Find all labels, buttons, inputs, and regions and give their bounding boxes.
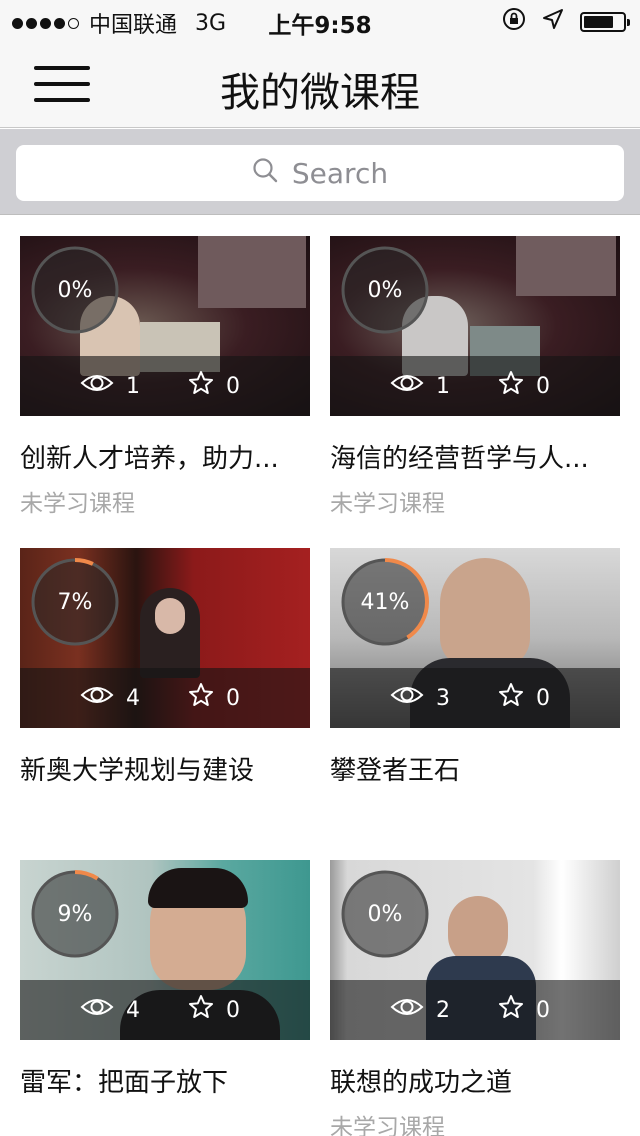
view-count: 3 [390,684,450,712]
course-stats-bar: 4 0 [20,668,310,728]
star-icon[interactable] [498,682,524,714]
favorite-count: 0 [498,682,550,714]
search-bar-container: Search [0,129,640,215]
navigation-bar: 我的微课程 [0,40,640,128]
view-count: 4 [80,996,140,1024]
course-card[interactable]: 0% 1 0 创新人才培养，助力... 未学习课程 [20,216,310,517]
progress-ring: 9% [30,869,120,959]
course-stats-bar: 2 0 [330,980,620,1040]
location-arrow-icon [542,8,564,36]
view-count: 4 [80,684,140,712]
course-title[interactable]: 新奥大学规划与建设 [20,750,310,787]
course-title[interactable]: 攀登者王石 [330,750,620,787]
course-thumbnail[interactable]: 0% 2 0 [330,860,620,1040]
progress-ring: 0% [30,245,120,335]
progress-percent: 0% [367,901,403,927]
course-card[interactable]: 0% 1 0 海信的经营哲学与人... 未学习课程 [330,216,620,517]
course-stats-bar: 3 0 [330,668,620,728]
course-title[interactable]: 雷军：把面子放下 [20,1062,310,1099]
eye-icon [80,996,114,1024]
eye-icon [80,372,114,400]
search-icon [252,157,278,190]
status-bar: 中国联通 3G 上午9:58 [0,0,640,40]
eye-icon [390,372,424,400]
course-thumbnail[interactable]: 9% 4 0 [20,860,310,1040]
course-thumbnail[interactable]: 41% 3 0 [330,548,620,728]
battery-icon [580,12,630,32]
course-stats-bar: 4 0 [20,980,310,1040]
progress-ring: 7% [30,557,120,647]
view-count: 1 [80,372,140,400]
course-card[interactable]: 0% 2 0 联想的成功之道 未学习课程 [330,840,620,1136]
star-icon[interactable] [188,682,214,714]
course-status: 未学习课程 [20,491,135,517]
course-title[interactable]: 海信的经营哲学与人... [330,438,620,475]
view-count: 1 [390,372,450,400]
search-input[interactable]: Search [16,145,624,201]
favorite-count: 0 [498,994,550,1026]
course-card[interactable]: 7% 4 0 新奥大学规划与建设 [20,528,310,828]
course-thumbnail[interactable]: 0% 1 0 [20,236,310,416]
progress-percent: 7% [57,589,93,615]
eye-icon [390,684,424,712]
progress-percent: 41% [360,589,410,615]
star-icon[interactable] [188,994,214,1026]
star-icon[interactable] [498,370,524,402]
status-bar-right [502,7,630,37]
course-stats-bar: 1 0 [20,356,310,416]
course-title[interactable]: 创新人才培养，助力... [20,438,310,475]
rotation-lock-icon [502,7,526,37]
course-title[interactable]: 联想的成功之道 [330,1062,620,1099]
star-icon[interactable] [188,370,214,402]
course-status: 未学习课程 [330,491,445,517]
progress-ring: 0% [340,869,430,959]
star-icon[interactable] [498,994,524,1026]
course-stats-bar: 1 0 [330,356,620,416]
progress-ring: 0% [340,245,430,335]
course-thumbnail[interactable]: 7% 4 0 [20,548,310,728]
progress-percent: 0% [57,277,93,303]
progress-percent: 9% [57,901,93,927]
battery-level [584,16,613,28]
progress-percent: 0% [367,277,403,303]
course-card[interactable]: 9% 4 0 雷军：把面子放下 [20,840,310,1136]
favorite-count: 0 [188,370,240,402]
page-title: 我的微课程 [220,70,420,116]
favorite-count: 0 [188,682,240,714]
search-placeholder: Search [291,156,389,190]
course-status: 未学习课程 [330,1115,445,1136]
favorite-count: 0 [498,370,550,402]
eye-icon [390,996,424,1024]
eye-icon [80,684,114,712]
course-card[interactable]: 41% 3 0 攀登者王石 [330,528,620,828]
favorite-count: 0 [188,994,240,1026]
view-count: 2 [390,996,450,1024]
course-thumbnail[interactable]: 0% 1 0 [330,236,620,416]
progress-ring: 41% [340,557,430,647]
